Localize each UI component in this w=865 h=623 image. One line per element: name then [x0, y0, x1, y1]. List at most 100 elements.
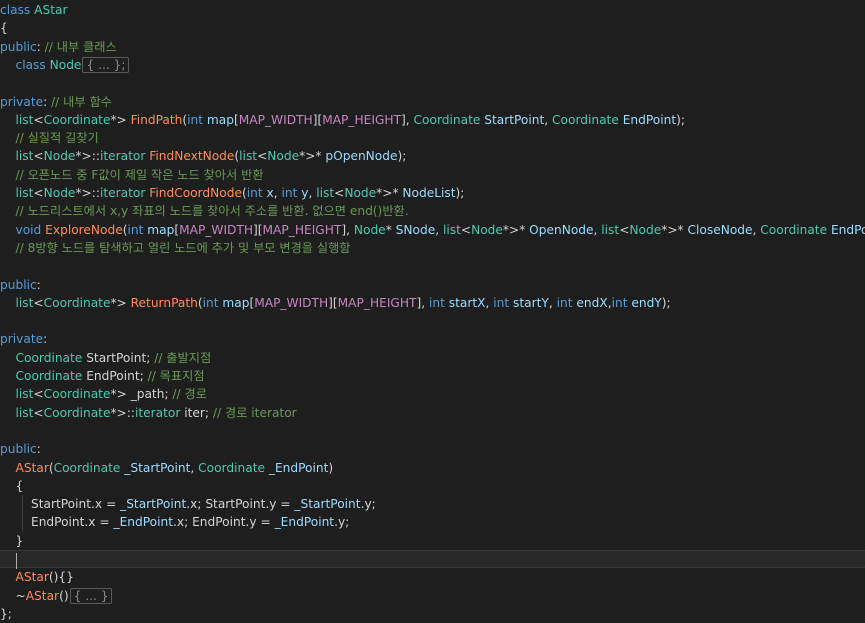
code-token: FindPath: [130, 112, 183, 127]
code-token: <: [460, 222, 472, 237]
code-token: Node: [344, 186, 377, 200]
code-token: Node: [267, 149, 300, 164]
code-token: ;: [139, 369, 148, 383]
code-line[interactable]: {: [0, 477, 865, 495]
code-token: Node: [43, 186, 76, 200]
code-token: {: [0, 21, 8, 36]
code-line[interactable]: public:: [0, 276, 865, 294]
code-token: _EndPoint: [268, 460, 329, 475]
fold-indicator[interactable]: { ... };: [82, 56, 130, 73]
code-token: endX: [576, 295, 608, 310]
code-line[interactable]: [0, 74, 865, 92]
code-token: );: [455, 186, 465, 200]
code-token: // 경로: [172, 387, 207, 402]
code-token: MAP_WIDTH: [238, 112, 313, 127]
code-line[interactable]: [0, 550, 865, 569]
code-token: Coordinate: [43, 295, 111, 310]
code-token: int: [611, 295, 632, 310]
code-token: *>: [110, 295, 131, 310]
code-token: ;: [184, 515, 193, 530]
code-token: );: [397, 149, 407, 164]
code-token: ][: [312, 112, 323, 127]
code-line[interactable]: [0, 422, 865, 440]
code-token: FindCoordNode: [149, 186, 242, 200]
code-line[interactable]: Coordinate StartPoint; // 출발지점: [0, 349, 865, 367]
code-token: // 내부 함수: [51, 94, 112, 109]
code-token: Coordinate: [53, 460, 125, 475]
code-line[interactable]: // 실질적 길찾기: [0, 129, 865, 147]
code-token: ExploreNode: [45, 222, 123, 237]
code-token: int: [246, 186, 267, 200]
code-token: ,: [548, 295, 557, 310]
code-line[interactable]: EndPoint.x = _EndPoint.x; EndPoint.y = _…: [0, 513, 865, 531]
code-token: list: [601, 222, 620, 237]
code-line[interactable]: list<Node*>::iterator FindCoordNode(int …: [0, 184, 865, 202]
code-token: OpenNode: [529, 222, 594, 237]
code-token: :: [43, 332, 48, 347]
code-token: // 내부 클래스: [44, 39, 117, 54]
code-line[interactable]: // 8방향 노드를 탐색하고 열린 노드에 추가 및 부모 변경을 실행함: [0, 239, 865, 257]
code-token: public: [0, 277, 37, 292]
code-token: void: [0, 222, 46, 237]
code-line[interactable]: {: [0, 19, 865, 37]
code-line[interactable]: class Node{ ... };: [0, 56, 865, 74]
code-token: list: [0, 186, 34, 200]
code-line[interactable]: AStar(){}: [0, 568, 865, 586]
code-token: :: [36, 442, 41, 457]
code-token: private: [0, 332, 44, 347]
text-cursor: [15, 552, 17, 569]
code-token: Coordinate: [760, 222, 831, 237]
code-line[interactable]: ~AStar(){ ... }: [0, 587, 865, 605]
fold-indicator[interactable]: { ... }: [69, 587, 113, 604]
code-line[interactable]: [0, 312, 865, 330]
code-token: private: [0, 94, 44, 109]
code-line[interactable]: Coordinate EndPoint; // 목표지점: [0, 367, 865, 385]
code-token: EndPoint: [192, 515, 246, 530]
code-line[interactable]: }: [0, 532, 865, 550]
code-token: ;: [204, 405, 213, 420]
code-token: Coordinate: [413, 112, 485, 127]
code-line[interactable]: // 노드리스트에서 x,y 좌표의 노드를 찾아서 주소를 반환. 없으면 e…: [0, 202, 865, 220]
code-token: MAP_HEIGHT: [322, 112, 402, 127]
code-token: Coordinate: [0, 350, 87, 365]
code-token: <: [619, 222, 630, 237]
code-line[interactable]: // 오픈노드 중 F값이 제일 작은 노드 찾아서 반환: [0, 166, 865, 184]
code-line[interactable]: private: // 내부 함수: [0, 93, 865, 111]
code-token: =: [102, 497, 121, 512]
code-line[interactable]: list<Coordinate*>::iterator iter; // 경로 …: [0, 404, 865, 422]
code-token: AStar: [34, 3, 68, 17]
code-token: EndPoint: [830, 222, 865, 237]
code-token: // 출발지점: [154, 350, 212, 365]
code-line[interactable]: public:: [0, 440, 865, 458]
code-line[interactable]: private:: [0, 330, 865, 348]
code-line[interactable]: void ExploreNode(int map[MAP_WIDTH][MAP_…: [0, 221, 865, 239]
code-token: _StartPoint: [120, 497, 187, 512]
code-line[interactable]: };: [0, 605, 865, 623]
code-token: ,: [544, 112, 553, 127]
code-editor[interactable]: class AStar { public: // 내부 클래스 class Node…: [0, 0, 865, 621]
code-token: int: [493, 295, 514, 310]
code-token: ;: [371, 497, 376, 512]
code-token: ): [328, 460, 334, 475]
code-token: class: [0, 3, 35, 17]
code-line[interactable]: list<Coordinate*> FindPath(int map[MAP_W…: [0, 111, 865, 129]
code-token: map: [147, 222, 175, 237]
code-line[interactable]: AStar(Coordinate _StartPoint, Coordinate…: [0, 459, 865, 477]
code-line[interactable]: StartPoint.x = _StartPoint.x; StartPoint…: [0, 495, 865, 513]
code-token: // 노드리스트에서 x,y 좌표의 노드를 찾아서 주소를 반환. 없으면 e…: [0, 204, 409, 219]
code-token: endY: [631, 295, 662, 310]
code-token: startY: [513, 295, 549, 310]
code-token: list: [316, 186, 335, 200]
code-line[interactable]: class AStar: [0, 1, 865, 19]
code-token: =: [276, 497, 295, 512]
code-token: list: [0, 295, 34, 310]
code-line[interactable]: public: // 내부 클래스: [0, 38, 865, 56]
code-token: <: [33, 295, 44, 310]
code-line[interactable]: list<Node*>::iterator FindNextNode(list<…: [0, 147, 865, 165]
code-token: }: [0, 533, 24, 548]
code-token: CloseNode: [687, 222, 753, 237]
code-line[interactable]: list<Coordinate*> _path; // 경로: [0, 385, 865, 403]
code-token: _StartPoint: [124, 460, 191, 475]
code-line[interactable]: list<Coordinate*> ReturnPath(int map[MAP…: [0, 294, 865, 312]
code-line[interactable]: [0, 257, 865, 275]
